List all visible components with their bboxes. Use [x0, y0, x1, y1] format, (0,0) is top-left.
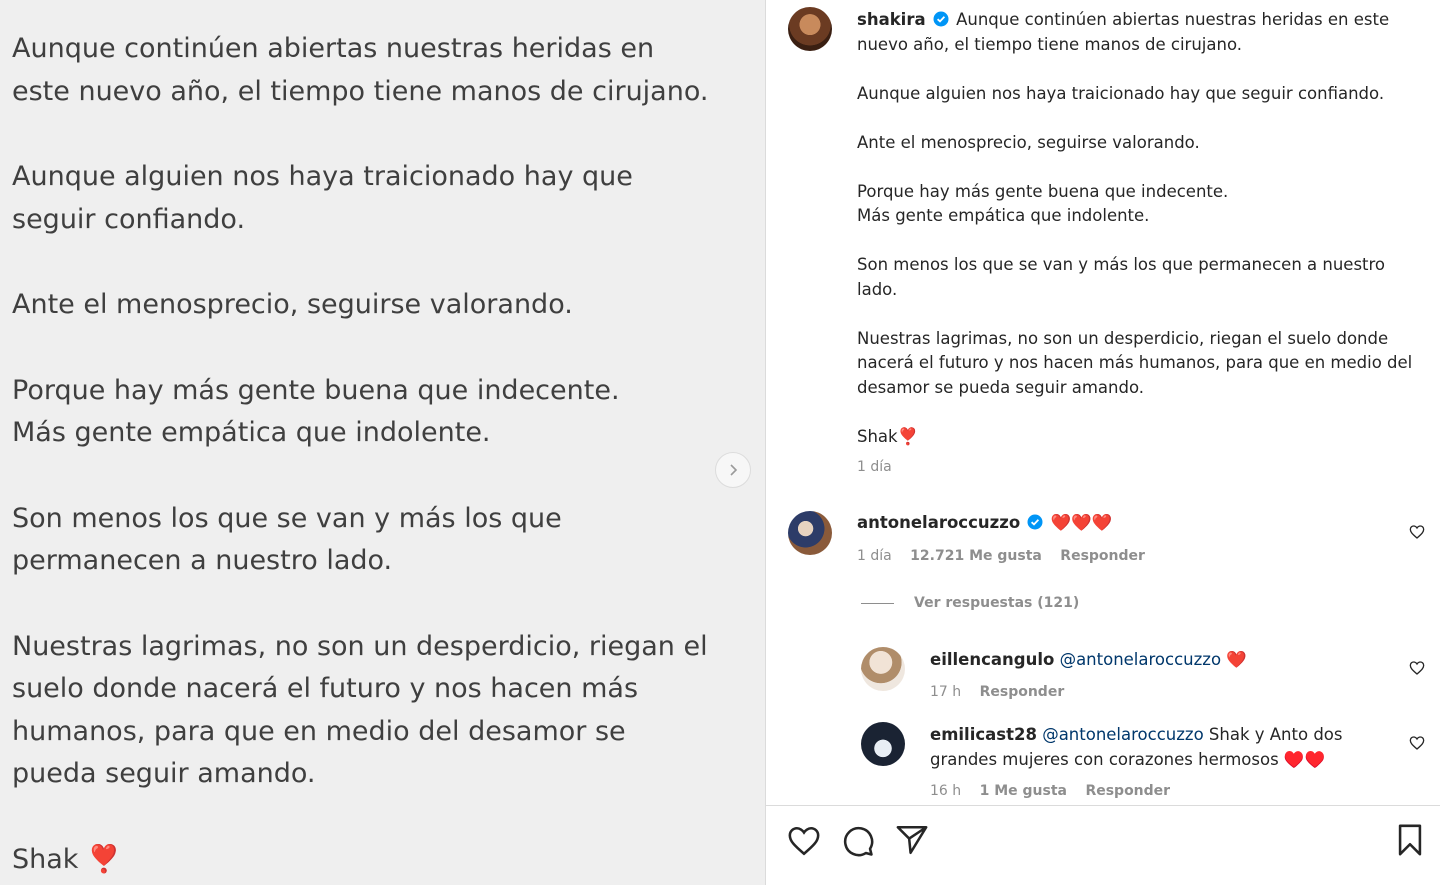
reply: emilicast28 @antonelaroccuzzo Shak y Ant…	[930, 723, 1380, 772]
replies-line	[861, 602, 894, 604]
image-paragraph-5: Son menos los que se van y más los que pe…	[12, 502, 562, 577]
post-image-text: Aunque continúen abiertas nuestras herid…	[12, 28, 732, 885]
caption-signature: Shak❣️	[857, 426, 919, 446]
mention-link[interactable]: @antonelaroccuzzo	[1060, 650, 1221, 669]
comment-text: ❤️❤️❤️	[1050, 513, 1113, 532]
reply-meta: 16 h 1 Me gusta Responder	[930, 783, 1184, 799]
image-paragraph-3: Ante el menosprecio, seguirse valorando.	[12, 289, 573, 320]
post-image: Aunque continúen abiertas nuestras herid…	[0, 0, 765, 885]
caption-paragraph: Nuestras lagrimas, no son un desperdicio…	[857, 328, 1413, 397]
mention-link[interactable]: @antonelaroccuzzo	[1042, 725, 1203, 744]
paper-plane-icon[interactable]	[895, 823, 929, 857]
reply-button[interactable]: Responder	[1060, 548, 1145, 564]
avatar[interactable]	[788, 7, 832, 51]
reply-text: ❤️	[1226, 650, 1247, 669]
reply: eillencangulo @antonelaroccuzzo ❤️	[930, 648, 1390, 673]
verified-badge-icon	[933, 11, 949, 27]
image-paragraph-4: Porque hay más gente buena que indecente…	[12, 374, 620, 449]
reply-meta: 17 h Responder	[930, 684, 1078, 700]
caption-paragraph: Son menos los que se van y más los que p…	[857, 255, 1386, 299]
image-paragraph-1: Aunque continúen abiertas nuestras herid…	[12, 33, 709, 107]
reply-button[interactable]: Responder	[1085, 783, 1170, 799]
avatar[interactable]	[788, 511, 832, 555]
bookmark-icon[interactable]	[1393, 823, 1427, 857]
image-paragraph-6: Nuestras lagrimas, no son un desperdicio…	[12, 630, 708, 790]
reply-author[interactable]: eillencangulo	[930, 650, 1054, 669]
next-image-button[interactable]	[715, 452, 751, 488]
view-replies[interactable]: Ver respuestas (121)	[861, 595, 1079, 611]
comments-panel: shakira Aunque continúen abiertas nuestr…	[766, 0, 1440, 885]
post-caption: shakira Aunque continúen abiertas nuestr…	[857, 8, 1417, 480]
caption-paragraph: Aunque alguien nos haya traicionado hay …	[857, 83, 1385, 103]
image-paragraph-7: Shak ❣️	[12, 843, 121, 875]
avatar[interactable]	[861, 722, 905, 766]
reply-button[interactable]: Responder	[980, 684, 1065, 700]
post-time: 1 día	[857, 459, 892, 475]
verified-badge-icon	[1027, 514, 1043, 530]
reply-time: 16 h	[930, 783, 962, 799]
post-actions	[766, 806, 1440, 885]
comment-icon[interactable]	[841, 824, 875, 858]
image-paragraph-2: Aunque alguien nos haya traicionado hay …	[12, 161, 633, 235]
heart-icon[interactable]	[1409, 660, 1425, 676]
comment-meta: 1 día 12.721 Me gusta Responder	[857, 548, 1159, 564]
caption-paragraph: Ante el menosprecio, seguirse valorando.	[857, 132, 1200, 152]
chevron-right-icon	[730, 464, 738, 476]
heart-icon[interactable]	[787, 824, 821, 858]
comment-author[interactable]: antonelaroccuzzo	[857, 513, 1020, 532]
comment: antonelaroccuzzo ❤️❤️❤️	[857, 511, 1377, 536]
heart-icon[interactable]	[1409, 524, 1425, 540]
comment-likes[interactable]: 12.721 Me gusta	[910, 548, 1042, 564]
caption-paragraph: Porque hay más gente buena que indecente…	[857, 181, 1229, 226]
avatar[interactable]	[861, 647, 905, 691]
post-author[interactable]: shakira	[857, 10, 926, 29]
comment-time: 1 día	[857, 548, 892, 564]
reply-time: 17 h	[930, 684, 962, 700]
heart-icon[interactable]	[1409, 735, 1425, 751]
reply-likes[interactable]: 1 Me gusta	[980, 783, 1067, 799]
reply-author[interactable]: emilicast28	[930, 725, 1037, 744]
